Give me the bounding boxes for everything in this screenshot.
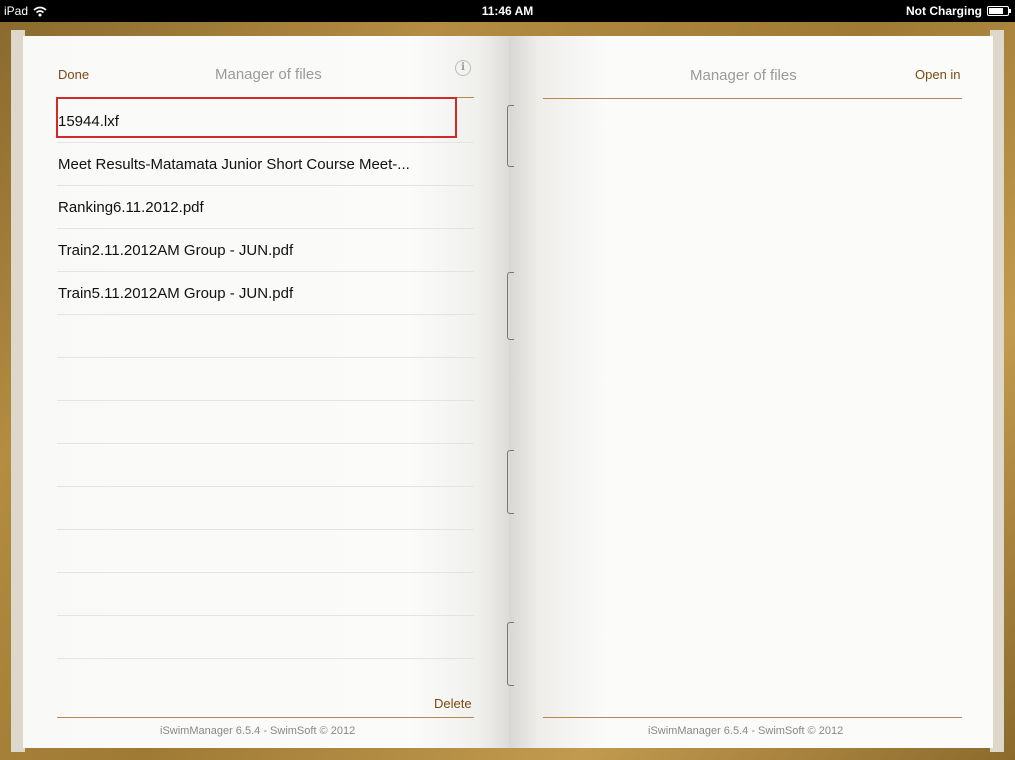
- left-footer-divider: [57, 717, 474, 718]
- delete-button[interactable]: Delete: [434, 696, 472, 711]
- empty-row: [57, 530, 474, 573]
- file-row[interactable]: Train2.11.2012AM Group - JUN.pdf: [57, 229, 474, 272]
- empty-row: [57, 444, 474, 487]
- empty-row: [57, 401, 474, 444]
- binding-stitch: [507, 450, 514, 514]
- left-page-title: Manager of files: [215, 66, 322, 83]
- empty-row: [57, 487, 474, 530]
- selected-file-outline: [56, 97, 457, 138]
- right-footer-text: iSwimManager 6.5.4 - SwimSoft © 2012: [648, 725, 844, 737]
- binding-stitch: [507, 622, 514, 686]
- left-footer-text: iSwimManager 6.5.4 - SwimSoft © 2012: [160, 725, 356, 737]
- file-row[interactable]: Meet Results-Matamata Junior Short Cours…: [57, 143, 474, 186]
- file-list: 15944.lxf Meet Results-Matamata Junior S…: [57, 100, 474, 659]
- right-page: [509, 36, 993, 748]
- file-row[interactable]: Train5.11.2012AM Group - JUN.pdf: [57, 272, 474, 315]
- empty-row: [57, 573, 474, 616]
- binding-stitch: [507, 105, 514, 167]
- battery-icon: [987, 6, 1011, 16]
- status-time: 11:46 AM: [481, 4, 534, 18]
- status-bar: iPad 11:46 AM Not Charging: [0, 0, 1015, 22]
- open-in-button[interactable]: Open in: [915, 67, 961, 82]
- right-footer-divider: [543, 717, 962, 718]
- empty-row: [57, 315, 474, 358]
- right-page-title: Manager of files: [690, 67, 797, 84]
- empty-row: [57, 616, 474, 659]
- battery-status-text: Not Charging: [906, 4, 982, 18]
- empty-row: [57, 358, 474, 401]
- done-button[interactable]: Done: [58, 67, 89, 82]
- file-row[interactable]: Ranking6.11.2012.pdf: [57, 186, 474, 229]
- status-right: Not Charging: [906, 4, 1011, 18]
- binding-stitch: [507, 272, 514, 340]
- info-icon[interactable]: i: [455, 60, 471, 76]
- right-header-divider: [543, 98, 962, 99]
